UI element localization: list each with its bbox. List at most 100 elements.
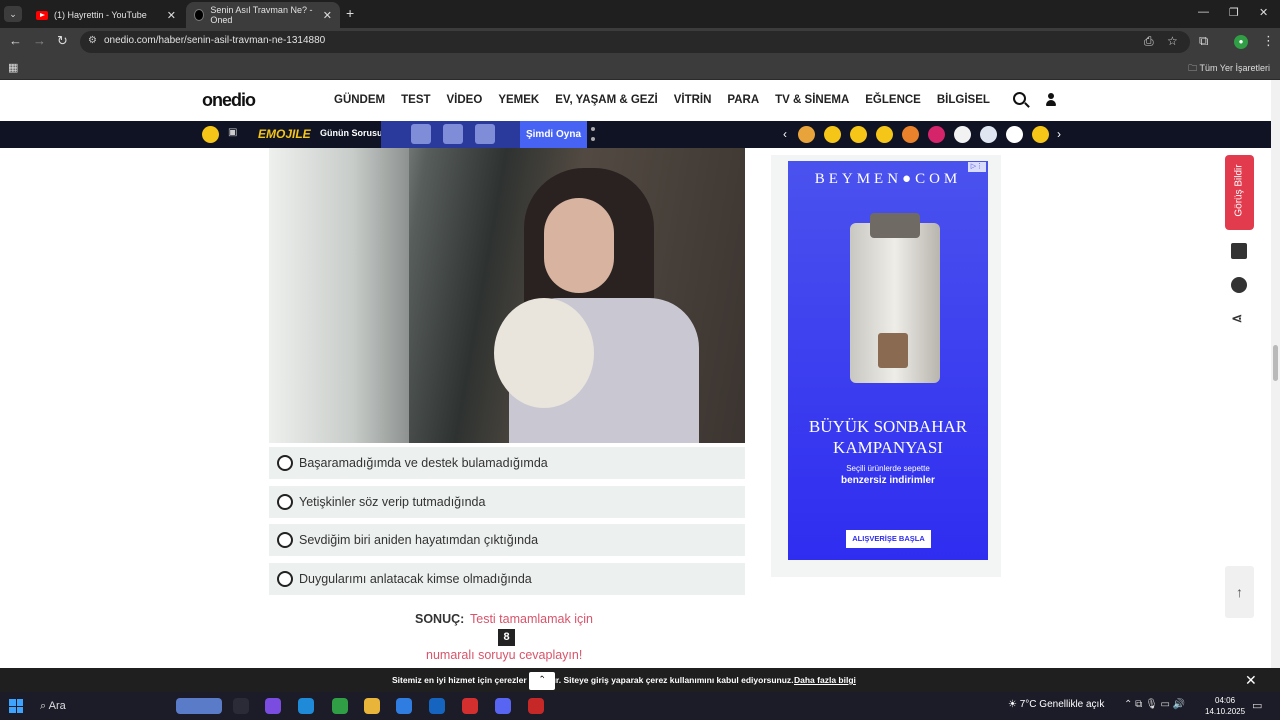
app-icon[interactable] <box>528 698 544 714</box>
prev-arrow-icon[interactable]: ‹ <box>783 127 787 141</box>
tab-youtube[interactable]: (1) Hayrettin - YouTube ✕ <box>28 2 184 28</box>
weather-widget[interactable]: ☀ 7°C Genellikle açık <box>1008 699 1104 710</box>
mail-icon[interactable] <box>429 698 445 714</box>
more-dots-icon[interactable] <box>591 126 595 142</box>
beymen-ad[interactable]: ▷⋮ BEYMEN●COM BÜYÜK SONBAHAR KAMPANYASI … <box>788 161 988 560</box>
close-tab-icon[interactable]: ✕ <box>167 9 176 22</box>
emoji-icon[interactable] <box>954 126 971 143</box>
save-bookmark-icon[interactable] <box>1231 243 1247 259</box>
emojile-logo[interactable]: EMOJILE <box>258 127 311 141</box>
store-icon[interactable] <box>396 698 412 714</box>
ad-headline: BÜYÜK SONBAHAR KAMPANYASI <box>808 417 968 457</box>
cookie-more-link[interactable]: Daha fazla bilgi <box>794 675 856 685</box>
emoji-game-icon[interactable] <box>202 126 219 143</box>
back-icon[interactable]: ← <box>9 33 22 48</box>
address-bar[interactable]: ⚙ onedio.com/haber/senin-asil-travman-ne… <box>80 31 1190 53</box>
forward-icon[interactable]: → <box>33 33 46 48</box>
notification-icon[interactable]: ▭ <box>1252 699 1262 712</box>
new-tab-button[interactable]: + <box>346 5 354 21</box>
emoji-icon[interactable] <box>1032 126 1049 143</box>
emoji-icon[interactable] <box>850 126 867 143</box>
file-explorer-icon[interactable] <box>364 698 380 714</box>
ad-subtext: Seçili ürünlerde sepette <box>846 464 930 473</box>
answer-option[interactable]: Başaramadığımda ve destek bulamadığımda <box>269 447 745 479</box>
close-cookie-icon[interactable]: ✕ <box>1245 672 1257 689</box>
game-card-icon[interactable]: ▣ <box>228 127 237 138</box>
discord-icon[interactable] <box>495 698 511 714</box>
system-tray-icons[interactable]: ⌃ ⧉ 🎙 ▭ 🔊 <box>1124 699 1185 710</box>
url-text[interactable]: onedio.com/haber/senin-asil-travman-ne-1… <box>104 35 325 46</box>
task-view-icon[interactable] <box>233 698 249 714</box>
nav-ev-yasam-gezi[interactable]: EV, YAŞAM & GEZİ <box>555 94 657 106</box>
answer-option[interactable]: Sevdiğim biri aniden hayatımdan çıktığın… <box>269 524 745 556</box>
browser-tab-strip: ⌄ (1) Hayrettin - YouTube ✕ Senin Asıl T… <box>0 0 1280 28</box>
tab-onedio[interactable]: Senin Asıl Travman Ne? - Oned ✕ <box>186 2 340 28</box>
profile-avatar[interactable]: ● <box>1234 35 1248 49</box>
emoji-icon[interactable] <box>980 126 997 143</box>
taskbar-search[interactable]: ⌕ Ara <box>40 700 66 713</box>
edge-icon[interactable] <box>298 698 314 714</box>
emoji-icon[interactable] <box>876 126 893 143</box>
page-scrollbar[interactable] <box>1271 80 1280 668</box>
radio-button[interactable] <box>277 532 293 548</box>
reload-icon[interactable]: ↻ <box>57 33 68 49</box>
site-info-icon[interactable]: ⚙ <box>88 35 97 46</box>
play-now-button[interactable]: Şimdi Oyna <box>520 121 587 148</box>
radio-button[interactable] <box>277 571 293 587</box>
next-arrow-icon[interactable]: › <box>1057 127 1061 141</box>
emoji-icon[interactable] <box>1006 126 1023 143</box>
bookmark-star-icon[interactable]: ☆ <box>1167 34 1178 48</box>
browser-menu-icon[interactable]: ⋮ <box>1262 33 1275 49</box>
copilot-icon[interactable] <box>265 698 281 714</box>
nav-bilgisel[interactable]: BİLGİSEL <box>937 94 990 106</box>
onedio-logo[interactable]: onedio <box>202 90 256 111</box>
taskbar-clock[interactable]: 04:06 14.10.2025 <box>1205 695 1245 717</box>
emoji-icon[interactable] <box>798 126 815 143</box>
apps-grid-icon[interactable]: ▦ <box>8 61 18 74</box>
clock-date: 14.10.2025 <box>1205 707 1246 716</box>
nav-eglence[interactable]: EĞLENCE <box>865 94 921 106</box>
scroll-to-top-button[interactable]: ↑ <box>1225 566 1254 618</box>
nav-video[interactable]: VİDEO <box>447 94 483 106</box>
emoji-icon[interactable] <box>824 126 841 143</box>
tab-search-button[interactable]: ⌄ <box>4 6 22 22</box>
nav-gundem[interactable]: GÜNDEM <box>334 94 385 106</box>
share-icon[interactable]: ⋖ <box>1231 310 1247 326</box>
chrome-icon[interactable] <box>332 698 348 714</box>
comments-icon[interactable] <box>1231 277 1247 293</box>
user-icon[interactable] <box>1046 93 1056 107</box>
nav-vitrin[interactable]: VİTRİN <box>674 94 712 106</box>
nav-tv-sinema[interactable]: TV & SİNEMA <box>775 94 849 106</box>
emoji-puzzle-board[interactable] <box>381 121 520 148</box>
restore-icon[interactable]: ❐ <box>1229 6 1239 19</box>
site-header: onedio GÜNDEM TEST VİDEO YEMEK EV, YAŞAM… <box>0 80 1271 121</box>
radio-button[interactable] <box>277 494 293 510</box>
answer-option[interactable]: Yetişkinler söz verip tutmadığında <box>269 486 745 518</box>
install-app-icon[interactable]: ⎙ <box>1144 34 1154 49</box>
youtube-icon <box>36 10 48 20</box>
scrollbar-thumb[interactable] <box>1273 345 1278 381</box>
feedback-button[interactable]: Görüş Bildir <box>1225 155 1254 230</box>
gunun-sorusu-label: Günün Sorusu <box>320 128 383 138</box>
nav-test[interactable]: TEST <box>401 94 430 106</box>
extensions-icon[interactable]: ⧉ <box>1199 33 1208 49</box>
answer-option[interactable]: Duygularımı anlatacak kimse olmadığında <box>269 563 745 595</box>
windows-start-icon[interactable] <box>9 699 23 713</box>
all-bookmarks-folder[interactable]: 🗀 Tüm Yer İşaretleri <box>1188 61 1270 77</box>
nav-para[interactable]: PARA <box>727 94 759 106</box>
search-icon[interactable] <box>1013 92 1026 105</box>
ad-cta-button[interactable]: ALIŞVERİŞE BAŞLA <box>846 530 931 548</box>
close-tab-icon[interactable]: ✕ <box>323 9 332 22</box>
radio-button[interactable] <box>277 455 293 471</box>
widgets-image[interactable] <box>176 698 222 714</box>
article-image <box>269 148 745 443</box>
nav-yemek[interactable]: YEMEK <box>498 94 539 106</box>
ad-subtext-bold: benzersiz indirimler <box>841 475 935 486</box>
question-number-badge[interactable]: 8 <box>498 629 515 646</box>
opera-icon[interactable] <box>462 698 478 714</box>
emoji-icon[interactable] <box>928 126 945 143</box>
emoji-icon[interactable] <box>902 126 919 143</box>
close-window-icon[interactable]: ✕ <box>1259 6 1268 19</box>
ad-brand: BEYMEN●COM <box>814 171 962 187</box>
minimize-icon[interactable]: — <box>1198 6 1209 18</box>
